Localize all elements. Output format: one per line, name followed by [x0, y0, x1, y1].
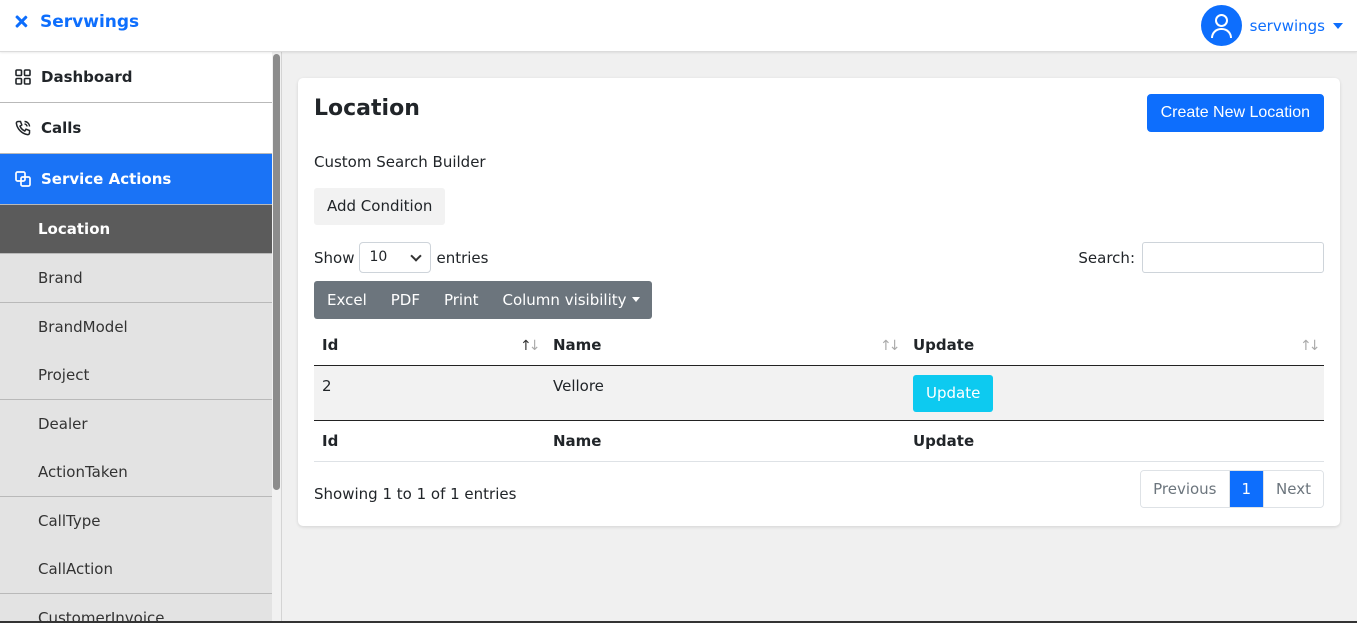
footer-id: Id — [322, 432, 339, 450]
sidebar-subitem-label: Dealer — [38, 415, 88, 433]
page-title: Location — [314, 96, 420, 121]
column-header-id[interactable]: Id — [322, 325, 338, 365]
location-card: Location Create New Location Custom Sear… — [298, 78, 1340, 526]
sidebar-subitem-label: CallAction — [38, 560, 113, 578]
sidebar-subitem-label: CallType — [38, 512, 101, 530]
brand-name: Servwings — [40, 12, 140, 32]
sidebar-item-label: Calls — [41, 119, 82, 137]
sidebar-subitem-label: Brand — [38, 269, 83, 287]
page-1-button[interactable]: 1 — [1229, 471, 1264, 507]
table-row: 2 Vellore Update — [314, 366, 1324, 421]
sidebar-subitem-brandmodel[interactable]: BrandModel — [0, 303, 272, 352]
sidebar-subitem-customerinvoice[interactable]: CustomerInvoice — [0, 594, 272, 623]
column-header-update[interactable]: Update — [913, 325, 974, 365]
sidebar-subitem-calltype[interactable]: CallType — [0, 497, 272, 546]
caret-down-icon — [631, 297, 640, 302]
user-name[interactable]: servwings — [1250, 17, 1325, 35]
close-sidebar-icon[interactable] — [12, 13, 30, 31]
add-condition-button[interactable]: Add Condition — [314, 188, 446, 225]
sidebar-subitem-actiontaken[interactable]: ActionTaken — [0, 448, 272, 497]
sidebar-item-label: Dashboard — [41, 68, 133, 86]
footer-update: Update — [913, 432, 975, 450]
sidebar-item-calls[interactable]: Calls — [0, 103, 272, 154]
table-footer-row: Id Name Update — [314, 421, 1324, 462]
page-length-control: Show 10 entries — [314, 242, 488, 273]
table-search: Search: — [1078, 242, 1324, 273]
sidebar-subitem-dealer[interactable]: Dealer — [0, 400, 272, 449]
sidebar-subitem-label: ActionTaken — [38, 463, 128, 481]
brand[interactable]: Servwings — [12, 12, 139, 32]
page-length-select[interactable]: 10 — [359, 242, 432, 273]
chevron-down-icon[interactable] — [1333, 22, 1343, 29]
dashboard-grid-icon — [15, 69, 31, 85]
sort-ascending-icon[interactable]: ↑↓ — [520, 338, 541, 354]
excel-button[interactable]: Excel — [314, 281, 379, 319]
table-header-row: Id ↑↓ Name ↑↓ Update ↑↓ — [314, 325, 1324, 366]
sidebar: Dashboard Calls Service Actions Location… — [0, 52, 282, 623]
sidebar-scrollbar-thumb[interactable] — [273, 54, 280, 490]
column-header-name[interactable]: Name — [553, 325, 601, 365]
cell-name: Vellore — [553, 377, 604, 395]
sidebar-subitem-location[interactable]: Location — [0, 205, 272, 254]
print-button[interactable]: Print — [432, 281, 491, 319]
top-navbar: Servwings servwings — [0, 0, 1357, 52]
sort-icon[interactable]: ↑↓ — [1300, 338, 1321, 354]
sidebar-subitem-label: Location — [38, 220, 111, 238]
chevron-down-icon — [410, 250, 423, 262]
page-length-value: 10 — [369, 249, 388, 265]
sidebar-item-service-actions[interactable]: Service Actions — [0, 154, 272, 205]
sidebar-subitem-label: BrandModel — [38, 318, 128, 336]
sort-icon[interactable]: ↑↓ — [880, 338, 901, 354]
service-actions-icon — [15, 171, 31, 187]
previous-page-button[interactable]: Previous — [1141, 471, 1230, 507]
next-page-button[interactable]: Next — [1263, 471, 1323, 507]
custom-search-builder-label: Custom Search Builder — [314, 153, 486, 171]
location-table: Id ↑↓ Name ↑↓ Update ↑↓ 2 Vellore Update… — [314, 325, 1324, 462]
footer-name: Name — [553, 432, 602, 450]
export-button-group: Excel PDF Print Column visibility — [314, 281, 652, 319]
sidebar-subitem-callaction[interactable]: CallAction — [0, 545, 272, 594]
pagination: Previous 1 Next — [1140, 470, 1324, 508]
sidebar-subitem-project[interactable]: Project — [0, 351, 272, 400]
search-label: Search: — [1078, 248, 1135, 267]
user-menu[interactable]: servwings — [1200, 5, 1343, 46]
column-visibility-button[interactable]: Column visibility — [490, 281, 651, 319]
sidebar-item-dashboard[interactable]: Dashboard — [0, 52, 272, 103]
entries-label: entries — [436, 248, 489, 267]
phone-call-icon — [15, 120, 31, 136]
create-new-location-button[interactable]: Create New Location — [1146, 94, 1324, 132]
table-info: Showing 1 to 1 of 1 entries — [314, 485, 517, 503]
show-label: Show — [314, 248, 355, 267]
column-visibility-label: Column visibility — [502, 291, 627, 309]
pdf-button[interactable]: PDF — [379, 281, 432, 319]
sidebar-item-label: Service Actions — [41, 170, 172, 188]
sidebar-subitem-label: Project — [38, 366, 90, 384]
sidebar-subitem-brand[interactable]: Brand — [0, 254, 272, 303]
cell-id: 2 — [322, 377, 332, 395]
search-input[interactable] — [1142, 242, 1324, 273]
user-avatar-icon[interactable] — [1200, 5, 1242, 46]
update-button[interactable]: Update — [913, 375, 994, 412]
